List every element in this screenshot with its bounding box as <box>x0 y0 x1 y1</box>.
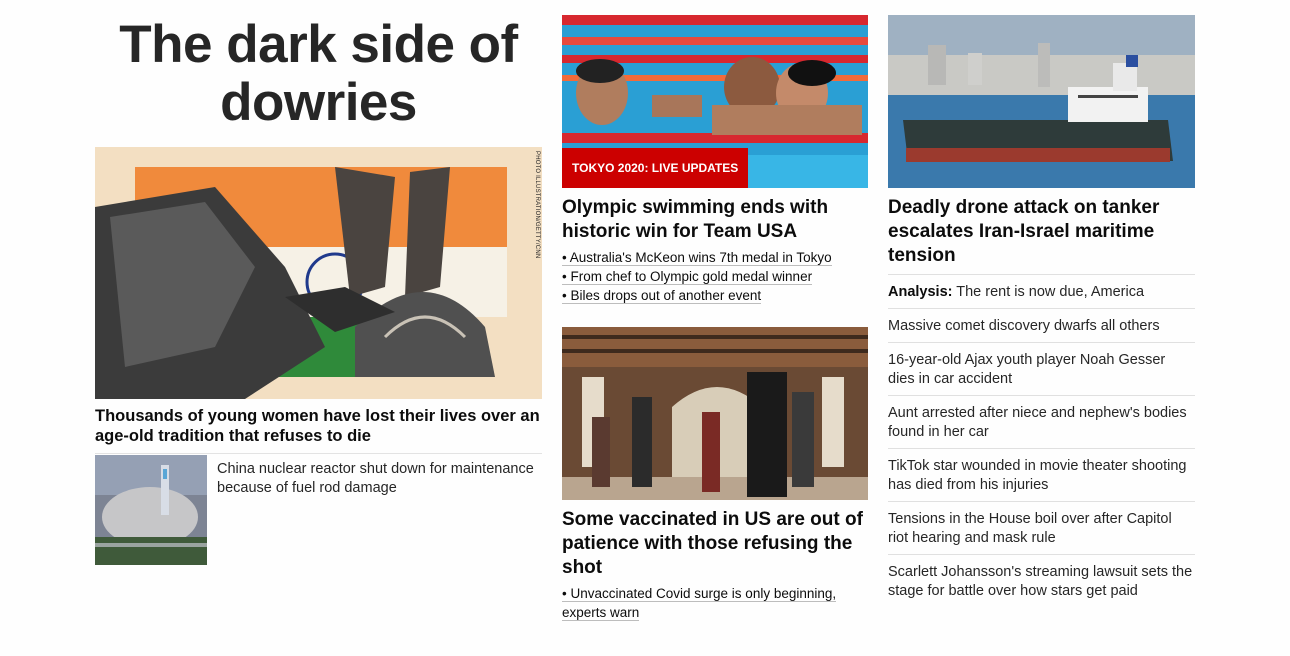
list-item: • Australia's McKeon wins 7th medal in T… <box>562 248 868 267</box>
nuclear-reactor-thumbnail[interactable] <box>95 455 207 565</box>
list-item[interactable]: Massive comet discovery dwarfs all other… <box>888 308 1195 342</box>
list-item[interactable]: Aunt arrested after niece and nephew's b… <box>888 395 1195 448</box>
olympic-related-links: • Australia's McKeon wins 7th medal in T… <box>562 248 868 305</box>
aunt-arrested-link[interactable]: Aunt arrested after niece and nephew's b… <box>888 405 1187 440</box>
list-item[interactable]: Analysis: The rent is now due, America <box>888 274 1195 308</box>
olympic-swimming-link[interactable]: Olympic swimming ends with historic win … <box>562 197 828 242</box>
ajax-player-link[interactable]: 16-year-old Ajax youth player Noah Gesse… <box>888 352 1165 387</box>
headline-list: Analysis: The rent is now due, America M… <box>888 274 1195 607</box>
list-item[interactable]: TikTok star wounded in movie theater sho… <box>888 448 1195 501</box>
drone-attack-link[interactable]: Deadly drone attack on tanker escalates … <box>888 197 1159 266</box>
olympic-swimming-image[interactable]: TOKYO 2020: LIVE UPDATES <box>562 15 868 188</box>
tiktok-star-link[interactable]: TikTok star wounded in movie theater sho… <box>888 458 1186 493</box>
hero-image[interactable]: PHOTO ILLUSTRATION/GETTY/CNN <box>95 147 542 399</box>
vaccinated-link[interactable]: Some vaccinated in US are out of patienc… <box>562 509 863 578</box>
comet-discovery-link[interactable]: Massive comet discovery dwarfs all other… <box>888 318 1160 334</box>
hero-column: The dark side of dowries PHOTO ILLUSTRAT… <box>95 0 542 565</box>
analysis-rent-link[interactable]: Analysis: The rent is now due, America <box>888 284 1144 300</box>
hero-illustration <box>95 147 542 399</box>
hero-caption-link[interactable]: Thousands of young women have lost their… <box>95 407 540 445</box>
vaccinated-headline[interactable]: Some vaccinated in US are out of patienc… <box>562 508 868 580</box>
photo-credit: PHOTO ILLUSTRATION/GETTY/CNN <box>534 151 540 259</box>
list-item: • From chef to Olympic gold medal winner <box>562 267 868 286</box>
hero-title[interactable]: The dark side of dowries <box>95 16 542 132</box>
hero-caption[interactable]: Thousands of young women have lost their… <box>95 406 542 446</box>
unvaccinated-surge-link[interactable]: • Unvaccinated Covid surge is only begin… <box>562 586 837 621</box>
biles-drops-out-link[interactable]: • Biles drops out of another event <box>562 288 762 304</box>
reactor-image <box>95 455 207 565</box>
mckeon-medal-link[interactable]: • Australia's McKeon wins 7th medal in T… <box>562 250 832 266</box>
drone-attack-headline[interactable]: Deadly drone attack on tanker escalates … <box>888 196 1195 268</box>
tanker-image[interactable] <box>888 15 1195 188</box>
olympic-swimming-headline[interactable]: Olympic swimming ends with historic win … <box>562 196 862 244</box>
analysis-label: Analysis: <box>888 284 953 300</box>
vaccinated-story-image[interactable] <box>562 327 868 500</box>
divider <box>95 453 542 454</box>
list-item: • Biles drops out of another event <box>562 286 868 305</box>
tanker-ship-image <box>888 15 1195 188</box>
house-tensions-link[interactable]: Tensions in the House boil over after Ca… <box>888 511 1172 546</box>
nuclear-reactor-link[interactable]: China nuclear reactor shut down for main… <box>217 461 534 496</box>
chef-gold-medal-link[interactable]: • From chef to Olympic gold medal winner <box>562 269 813 285</box>
analysis-text: The rent is now due, America <box>952 284 1145 300</box>
list-item: • Unvaccinated Covid surge is only begin… <box>562 584 862 622</box>
johansson-lawsuit-link[interactable]: Scarlett Johansson's streaming lawsuit s… <box>888 564 1192 599</box>
tokyo-live-updates-badge[interactable]: TOKYO 2020: LIVE UPDATES <box>562 148 749 188</box>
list-item[interactable]: Scarlett Johansson's streaming lawsuit s… <box>888 554 1195 607</box>
nuclear-reactor-headline[interactable]: China nuclear reactor shut down for main… <box>217 460 537 498</box>
list-item[interactable]: 16-year-old Ajax youth player Noah Gesse… <box>888 342 1195 395</box>
union-station-image <box>562 327 868 500</box>
vaccine-related-links: • Unvaccinated Covid surge is only begin… <box>562 584 862 622</box>
list-item[interactable]: Tensions in the House boil over after Ca… <box>888 501 1195 554</box>
